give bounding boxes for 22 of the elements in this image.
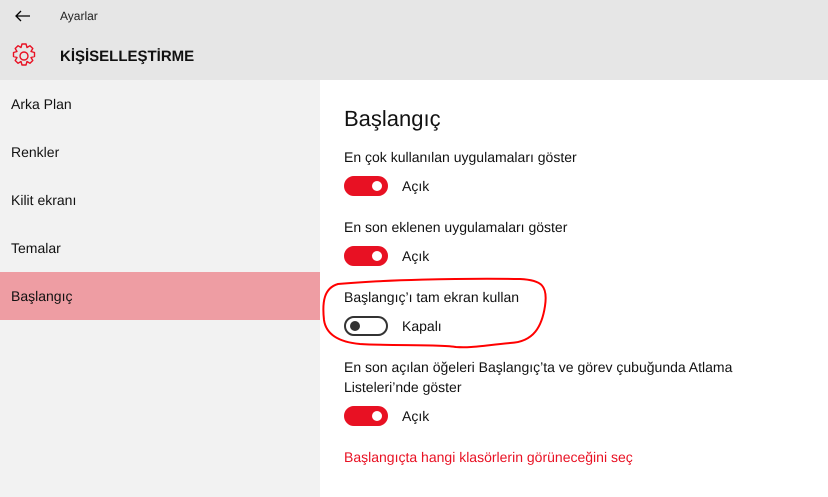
section-heading: Başlangıç: [344, 106, 442, 132]
toggle-switch[interactable]: [344, 316, 388, 336]
sidebar-item[interactable]: Başlangıç: [0, 272, 320, 320]
back-arrow-icon: [15, 10, 31, 22]
setting-label: En çok kullanılan uygulamaları göster: [344, 148, 578, 167]
window-title: Ayarlar: [60, 9, 98, 23]
folders-link[interactable]: Başlangıçta hangi klasörlerin görüneceğini seç: [344, 449, 633, 465]
sidebar-item[interactable]: Arka Plan: [0, 80, 320, 128]
setting-label: Başlangıç’ı tam ekran kullan: [344, 288, 520, 307]
page-title: KİŞİSELLEŞTİRME: [60, 48, 194, 64]
toggle-state: Açık: [402, 248, 430, 264]
toggle-switch[interactable]: [344, 176, 388, 196]
setting-label: En son açılan öğeleri Başlangıç’ta ve görev çubuğunda Atlama Listeleri’nde göster: [344, 358, 734, 397]
setting-label: En son eklenen uygulamaları göster: [344, 218, 568, 237]
toggle-switch[interactable]: [344, 246, 388, 266]
sidebar-item[interactable]: Renkler: [0, 128, 320, 176]
toggle-state: Açık: [402, 178, 430, 194]
toggle-switch[interactable]: [344, 406, 388, 426]
toggle-state: Açık: [402, 408, 430, 424]
sidebar-item[interactable]: Temalar: [0, 224, 320, 272]
sidebar-item[interactable]: Kilit ekranı: [0, 176, 320, 224]
toggle-state: Kapalı: [402, 318, 442, 334]
